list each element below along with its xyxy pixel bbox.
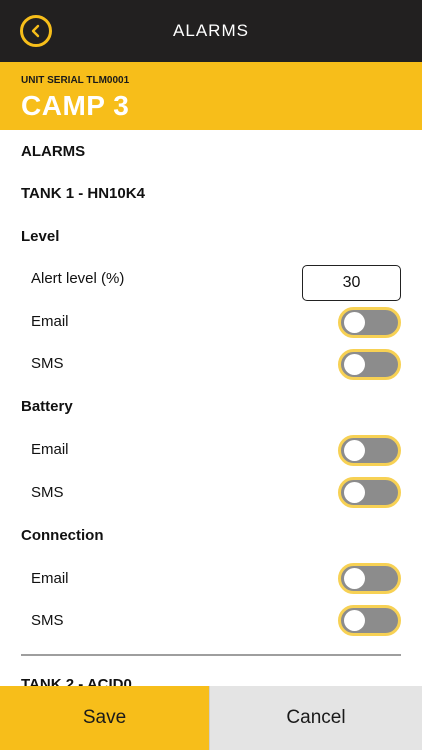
battery-sms-label: SMS bbox=[31, 484, 64, 501]
save-button[interactable]: Save bbox=[0, 686, 209, 750]
level-sms-label: SMS bbox=[31, 355, 64, 372]
toggle-knob bbox=[344, 440, 365, 461]
toggle-knob bbox=[344, 610, 365, 631]
connection-sms-toggle[interactable] bbox=[338, 605, 401, 636]
alarms-content[interactable]: ALARMS TANK 1 - HN10K4 Level Alert level… bbox=[0, 130, 422, 686]
connection-email-toggle[interactable] bbox=[338, 563, 401, 594]
battery-email-toggle[interactable] bbox=[338, 435, 401, 466]
connection-sms-label: SMS bbox=[31, 612, 64, 629]
chevron-left-icon bbox=[29, 24, 43, 38]
alarms-section-title: ALARMS bbox=[21, 143, 86, 160]
back-button[interactable] bbox=[20, 15, 52, 47]
toggle-knob bbox=[344, 568, 365, 589]
section-divider bbox=[21, 654, 401, 656]
battery-email-label: Email bbox=[31, 441, 69, 458]
toggle-knob bbox=[344, 482, 365, 503]
alert-level-label: Alert level (%) bbox=[31, 270, 125, 287]
unit-name: CAMP 3 bbox=[21, 90, 130, 121]
toggle-knob bbox=[344, 354, 365, 375]
page-title: ALARMS bbox=[173, 21, 249, 40]
level-email-toggle[interactable] bbox=[338, 307, 401, 338]
bottom-action-bar: Save Cancel bbox=[0, 686, 422, 750]
tank2-title: TANK 2 - ACID0 bbox=[21, 676, 132, 686]
unit-header: UNIT SERIAL TLM0001 CAMP 3 bbox=[0, 62, 422, 130]
battery-sms-toggle[interactable] bbox=[338, 477, 401, 508]
connection-title: Connection bbox=[21, 527, 104, 544]
top-bar: ALARMS bbox=[0, 0, 422, 62]
unit-serial: UNIT SERIAL TLM0001 bbox=[21, 75, 130, 86]
alert-level-input[interactable] bbox=[302, 265, 401, 301]
cancel-button[interactable]: Cancel bbox=[209, 686, 422, 750]
level-sms-toggle[interactable] bbox=[338, 349, 401, 380]
level-title: Level bbox=[21, 228, 60, 245]
level-email-label: Email bbox=[31, 313, 69, 330]
battery-title: Battery bbox=[21, 398, 73, 415]
toggle-knob bbox=[344, 312, 365, 333]
connection-email-label: Email bbox=[31, 570, 69, 587]
tank1-title: TANK 1 - HN10K4 bbox=[21, 185, 145, 202]
